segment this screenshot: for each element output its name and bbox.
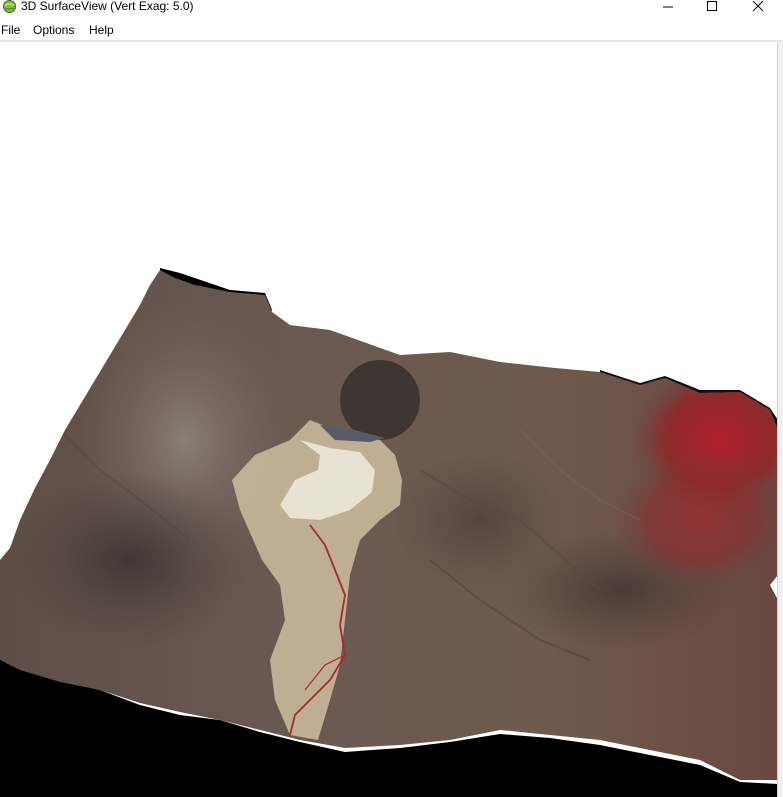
- menu-bar: File Options Help: [0, 20, 783, 40]
- menu-options[interactable]: Options: [33, 22, 74, 38]
- menu-help[interactable]: Help: [89, 22, 114, 38]
- minimize-icon: [663, 6, 673, 8]
- maximize-icon: [707, 1, 717, 11]
- vertical-scrollbar[interactable]: [777, 42, 783, 797]
- window-title: 3D SurfaceView (Vert Exag: 5.0): [21, 0, 194, 13]
- terrain-surface: [0, 268, 778, 797]
- close-button[interactable]: [736, 0, 780, 14]
- maximize-button[interactable]: [690, 0, 734, 14]
- minimize-button[interactable]: [646, 0, 690, 14]
- menu-file[interactable]: File: [1, 22, 20, 38]
- close-icon: [752, 1, 764, 12]
- title-bar[interactable]: 3D SurfaceView (Vert Exag: 5.0): [0, 0, 783, 16]
- surface-view-canvas[interactable]: [0, 42, 778, 797]
- globe-icon: [3, 0, 16, 13]
